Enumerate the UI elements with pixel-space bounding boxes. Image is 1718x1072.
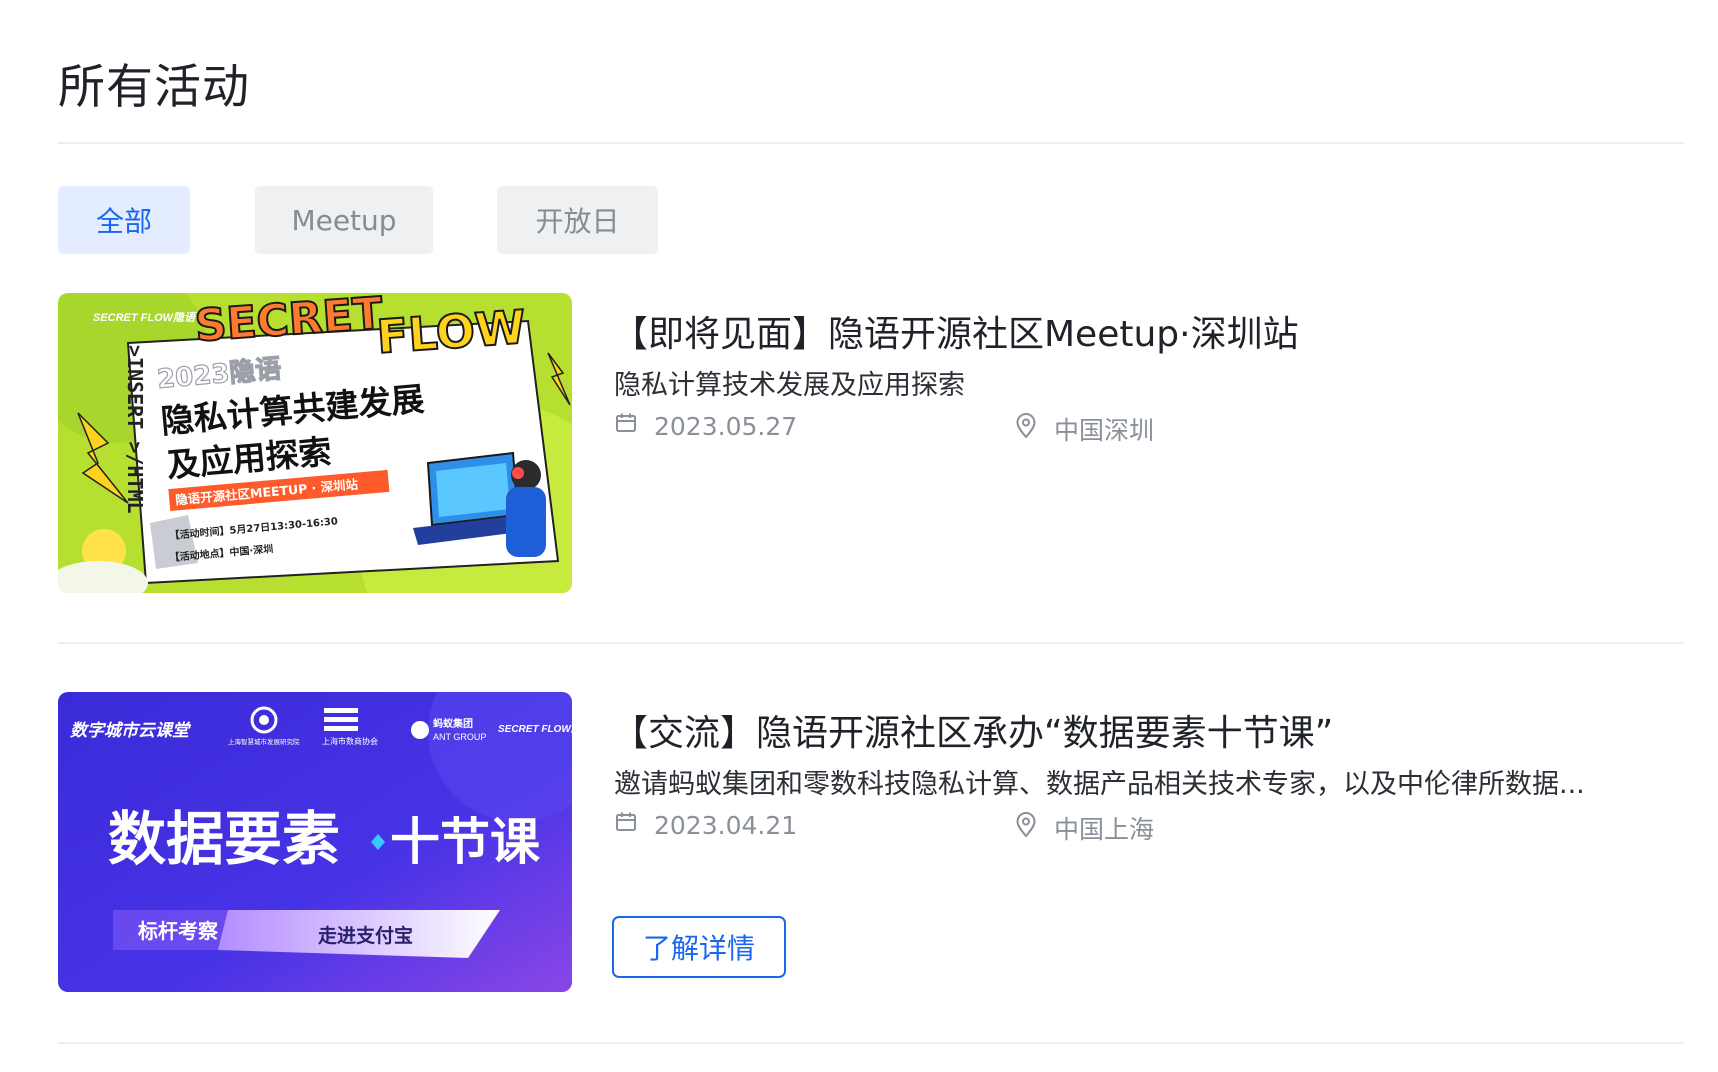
location-pin-icon [1014, 812, 1038, 844]
title-divider [58, 142, 1684, 144]
event-date-text: 2023.04.21 [654, 810, 798, 840]
calendar-icon [614, 810, 638, 840]
event-date: 2023.05.27 [614, 411, 797, 441]
lecture-poster: 数字城市云课堂 上海智慧城市发展研究院 上海市数商协会 蚂蚁集团 ANT GRO… [58, 692, 572, 992]
poster-org-3-en: ANT GROUP [433, 732, 486, 742]
event-location: 中国深圳 [1014, 411, 1154, 447]
event-date: 2023.04.21 [614, 810, 797, 840]
poster-tag-right: 走进支付宝 [318, 924, 413, 947]
poster-org-3-cn: 蚂蚁集团 [433, 717, 473, 730]
poster-org-4: SECRET FLOW隐语 [498, 723, 572, 735]
poster-headline-b: 十节课 [390, 813, 541, 871]
event-description: 邀请蚂蚁集团和零数科技隐私计算、数据产品相关技术专家，以及中伦律所数据... [614, 769, 1585, 800]
poster-code-text: >INSERT >/HTML [123, 345, 147, 514]
event-description: 隐私计算技术发展及应用探索 [614, 370, 965, 401]
location-pin-icon [1014, 413, 1038, 445]
event-divider [58, 1042, 1684, 1044]
calendar-icon [614, 411, 638, 441]
tab-all[interactable]: 全部 [58, 186, 190, 254]
event-poster-image[interactable]: SECRET FLOW隐语 SECRET FLOW >INSERT >/HTML… [58, 293, 572, 593]
learn-more-button[interactable]: 了解详情 [612, 916, 786, 978]
poster-brand: SECRET FLOW隐语 [93, 311, 197, 324]
event-location: 中国上海 [1014, 810, 1154, 846]
poster-headline-a: 数据要素 [108, 805, 340, 873]
tab-meetup[interactable]: Meetup [255, 186, 433, 254]
poster-tag-left: 标杆考察 [138, 919, 219, 943]
event-title[interactable]: 【即将见面】隐语开源社区Meetup·深圳站 [612, 305, 1299, 357]
poster-org-2: 上海市数商协会 [322, 736, 378, 746]
poster-word-flow: FLOW [375, 300, 527, 364]
event-date-text: 2023.05.27 [654, 411, 798, 441]
poster-org-1: 上海智慧城市发展研究院 [228, 737, 300, 746]
event-divider [58, 642, 1684, 644]
event-title[interactable]: 【交流】隐语开源社区承办“数据要素十节课” [612, 704, 1333, 756]
event-location-text: 中国上海 [1054, 815, 1155, 844]
event-card: 数字城市云课堂 上海智慧城市发展研究院 上海市数商协会 蚂蚁集团 ANT GRO… [58, 692, 1684, 992]
event-poster-image[interactable]: 数字城市云课堂 上海智慧城市发展研究院 上海市数商协会 蚂蚁集团 ANT GRO… [58, 692, 572, 992]
meetup-poster: SECRET FLOW隐语 SECRET FLOW >INSERT >/HTML… [58, 293, 572, 593]
event-location-text: 中国深圳 [1054, 416, 1155, 445]
event-card: SECRET FLOW隐语 SECRET FLOW >INSERT >/HTML… [58, 293, 1684, 593]
poster-series: 数字城市云课堂 [70, 721, 192, 741]
tab-open-day[interactable]: 开放日 [497, 186, 658, 254]
page-title: 所有活动 [58, 60, 250, 115]
